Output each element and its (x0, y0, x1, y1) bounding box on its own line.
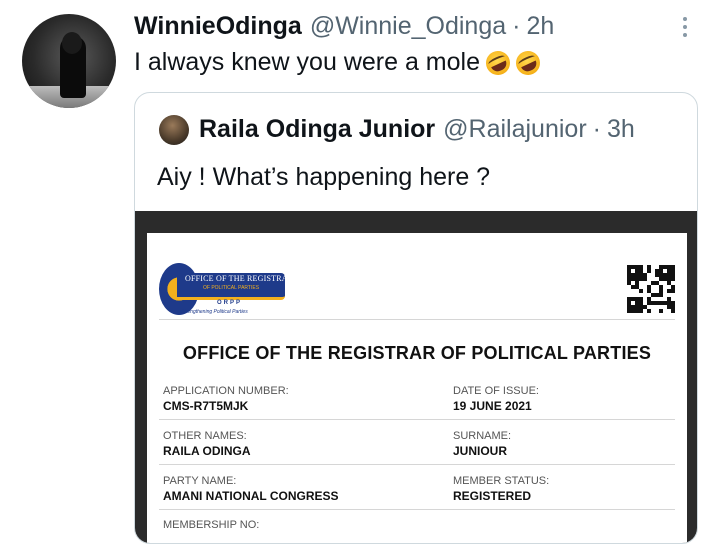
tweet-header: WinnieOdinga @Winnie_Odinga · 2h (134, 12, 554, 41)
date-of-issue-label: DATE OF ISSUE: (453, 385, 539, 397)
tweet-text: I always knew you were a mole (134, 46, 544, 79)
divider (159, 319, 675, 320)
document-heading: OFFICE OF THE REGISTRAR OF POLITICAL PAR… (182, 343, 652, 363)
avatar[interactable] (22, 14, 116, 108)
logo-tagline: Strengthening Political Parties (181, 309, 248, 315)
divider (159, 419, 675, 420)
quoted-tweet-header: Raila Odinga Junior @Railajunior · 3h (199, 115, 635, 144)
quoted-display-name[interactable]: Raila Odinga Junior (199, 115, 435, 144)
other-names-value: RAILA ODINGA (163, 444, 251, 458)
party-name-label: PARTY NAME: (163, 475, 237, 487)
logo-title: OFFICE OF THE REGISTRAR (185, 274, 294, 283)
quoted-tweet-card[interactable]: Raila Odinga Junior @Railajunior · 3h Ai… (134, 92, 698, 544)
quoted-separator-dot: · (592, 115, 601, 143)
other-names-label: OTHER NAMES: (163, 430, 247, 442)
logo-subtitle: OF POLITICAL PARTIES (203, 285, 260, 291)
user-handle[interactable]: @Winnie_Odinga (310, 12, 506, 41)
member-status-label: MEMBER STATUS: (453, 475, 550, 487)
attached-image[interactable]: OFFICE OF THE REGISTRAR OF POLITICAL PAR… (135, 211, 697, 543)
orpp-logo: OFFICE OF THE REGISTRAR OF POLITICAL PAR… (159, 263, 293, 315)
divider (159, 464, 675, 465)
quoted-user-handle[interactable]: @Railajunior (443, 115, 587, 144)
quoted-tweet-text: Aiy ! What’s happening here ? (157, 163, 491, 191)
party-name-value: AMANI NATIONAL CONGRESS (163, 489, 339, 503)
date-of-issue-value: 19 JUNE 2021 (453, 399, 532, 413)
divider (159, 509, 675, 510)
quoted-avatar[interactable] (159, 115, 189, 145)
separator-dot: · (512, 12, 521, 40)
qr-code-icon (627, 265, 675, 313)
surname-value: JUNIOUR (453, 444, 508, 458)
member-status-value: REGISTERED (453, 489, 532, 503)
application-number-label: APPLICATION NUMBER: (163, 385, 289, 397)
surname-label: SURNAME: (453, 430, 512, 442)
membership-document: OFFICE OF THE REGISTRAR OF POLITICAL PAR… (147, 233, 687, 543)
more-options-icon[interactable] (672, 14, 698, 40)
tweet-body: I always knew you were a mole (134, 48, 480, 76)
quoted-tweet-timestamp[interactable]: 3h (607, 115, 635, 144)
application-number-value: CMS-R7T5MJK (163, 399, 249, 413)
logo-acronym: ORPP (217, 300, 243, 306)
membership-no-label: MEMBERSHIP NO: (163, 519, 260, 531)
rolling-laughing-emoji-icon (512, 46, 544, 79)
avatar-head (62, 32, 82, 54)
rolling-laughing-emoji-icon (482, 46, 514, 79)
display-name[interactable]: WinnieOdinga (134, 12, 302, 41)
tweet-timestamp[interactable]: 2h (526, 12, 554, 41)
